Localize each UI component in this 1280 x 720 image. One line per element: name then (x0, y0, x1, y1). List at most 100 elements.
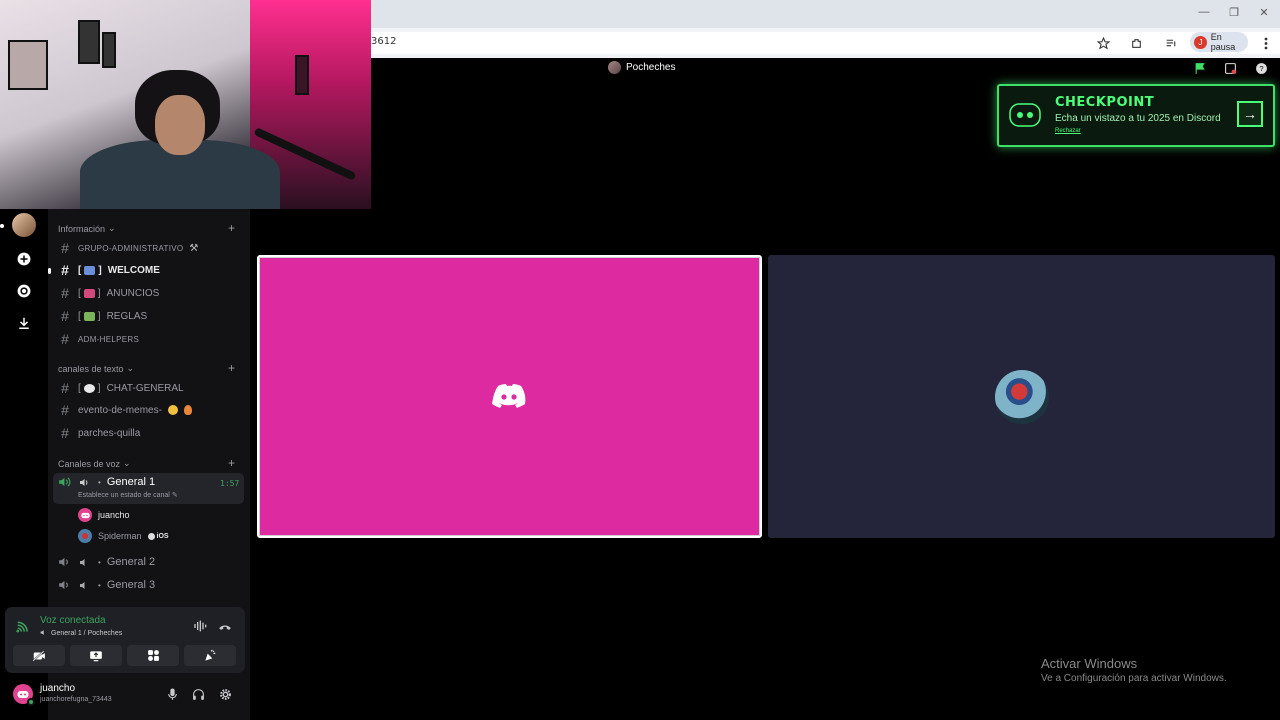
gear-icon[interactable] (217, 686, 233, 702)
category-voice[interactable]: Canales de voz ⌄ (58, 458, 131, 469)
server-title: Pocheches (608, 61, 675, 74)
close-icon[interactable]: ✕ (1256, 6, 1272, 19)
username[interactable]: juancho (40, 683, 75, 694)
noise-suppression-icon[interactable] (193, 619, 209, 638)
speaker-green-icon (58, 476, 72, 488)
activities-button[interactable] (127, 645, 179, 666)
speaker-locked-icon (58, 556, 72, 568)
server-name: Pocheches (626, 62, 676, 73)
inbox-icon[interactable] (1223, 61, 1238, 76)
category-text-label: canales de texto (58, 363, 124, 374)
voice-label: General 1 (106, 476, 156, 488)
category-info[interactable]: Información ⌄ (58, 223, 116, 234)
voice-channel-general-3[interactable]: • General 3 (58, 579, 155, 591)
speaker-icon (78, 579, 92, 591)
extensions-icon[interactable] (1127, 34, 1145, 52)
hashtag-icon: # (61, 240, 69, 256)
discord-titlebar (371, 58, 1280, 80)
hashtag-icon: # (61, 402, 69, 418)
bookmark-star-icon[interactable] (1094, 34, 1112, 52)
screen: — ❐ ✕ 3612 J En pausa Pocheches ? CHECKP… (0, 0, 1280, 720)
spiderman-avatar (995, 370, 1049, 424)
channel-label: WELCOME (107, 264, 160, 276)
server-avatar-pocheches[interactable] (12, 213, 36, 237)
voice-timer: 1:57 (220, 479, 240, 488)
share-screen-button[interactable] (70, 645, 122, 666)
voice-label: General 2 (106, 556, 156, 568)
channel-emoji: ⚒ (189, 242, 199, 254)
channel-grupo-administrativo[interactable]: # GRUPO-ADMINISTRATIVO ⚒ (58, 238, 198, 258)
svg-text:?: ? (1259, 64, 1263, 73)
microphone-icon[interactable] (164, 686, 180, 702)
speaker-locked-icon (58, 579, 72, 591)
add-channel-icon[interactable]: + (228, 361, 235, 375)
plane-emoji-icon (84, 265, 96, 275)
member-juancho[interactable]: juancho (78, 508, 130, 522)
help-icon[interactable]: ? (1254, 61, 1269, 76)
disconnect-icon[interactable] (218, 620, 232, 638)
platform-label: iOS (156, 532, 169, 540)
profile-button[interactable]: J En pausa (1190, 32, 1248, 52)
media-control-icon[interactable] (1162, 34, 1180, 52)
signal-icon[interactable] (16, 620, 30, 639)
hashtag-icon: # (61, 380, 69, 396)
arrow-right-icon[interactable]: → (1237, 101, 1263, 127)
browser-menu-icon[interactable] (1257, 34, 1275, 52)
avatar (78, 508, 92, 522)
channel-emoji-bracket: [] (78, 264, 102, 276)
channel-emoji-bracket: [] (78, 382, 101, 394)
headphones-icon[interactable] (190, 686, 206, 702)
add-channel-icon[interactable]: + (228, 456, 235, 470)
chevron-down-icon: ⌄ (123, 458, 131, 468)
channel-welcome[interactable]: # [] WELCOME (58, 260, 160, 280)
add-server-icon[interactable] (12, 247, 36, 271)
wall-poster (102, 32, 116, 68)
laugh-emoji-icon (167, 405, 178, 415)
discord-logo-icon (492, 383, 526, 409)
channel-chat-general[interactable]: # [] CHAT-GENERAL (58, 378, 184, 398)
wall-poster (295, 55, 309, 95)
checkpoint-dismiss-link[interactable]: Rechazar (1055, 128, 1081, 134)
restore-icon[interactable]: ❐ (1226, 6, 1242, 19)
camera-off-button[interactable] (13, 645, 65, 666)
channel-label: evento-de-memes- (78, 404, 162, 416)
address-text: 3612 (371, 36, 397, 47)
hashtag-icon: # (61, 285, 69, 301)
webcam-overlay (0, 0, 371, 209)
soundboard-icon (205, 649, 216, 661)
voice-channel-general-2[interactable]: • General 2 (58, 556, 155, 568)
profile-label: En pausa (1210, 32, 1236, 52)
channel-evento-de-memes[interactable]: # evento-de-memes- (58, 400, 192, 420)
voice-connected-title[interactable]: Voz conectada (40, 615, 106, 626)
voice-channel-status[interactable]: Establece un estado de canal ✎ (78, 491, 178, 499)
chevron-down-icon: ⌄ (108, 223, 116, 233)
add-channel-icon[interactable]: + (228, 221, 235, 235)
speaker-icon (78, 476, 92, 488)
separator-dot: • (98, 557, 101, 567)
voice-connected-subtitle[interactable]: General 1 / Pocheches (40, 629, 122, 638)
quest-flag-icon[interactable] (1193, 61, 1208, 76)
member-spiderman[interactable]: Spiderman iOS (78, 529, 169, 543)
channel-anuncios[interactable]: # [] ANUNCIOS (58, 283, 159, 303)
soundboard-button[interactable] (184, 645, 236, 666)
active-server-indicator (0, 224, 4, 228)
channel-label: REGLAS (106, 310, 148, 322)
member-name: Spiderman (98, 531, 142, 541)
mobile-icon (147, 532, 155, 540)
category-text[interactable]: canales de texto ⌄ (58, 363, 134, 374)
category-info-label: Información (58, 223, 106, 234)
hashtag-icon: # (61, 331, 69, 347)
streamer-face (155, 95, 205, 155)
channel-reglas[interactable]: # [] REGLAS (58, 306, 147, 326)
user-tag: juanchorefugna_73443 (40, 696, 112, 703)
wall-poster (8, 40, 48, 90)
channel-parches-quilla[interactable]: # parches-quilla (58, 423, 140, 443)
discover-compass-icon[interactable] (12, 279, 36, 303)
minimize-icon[interactable]: — (1196, 6, 1212, 18)
download-icon[interactable] (12, 311, 36, 335)
pencil-icon: ✎ (171, 492, 178, 499)
online-status-dot (27, 698, 35, 706)
channel-adm-helpers[interactable]: # ADM-HELPERS (58, 329, 139, 349)
channel-label: parches-quilla (78, 427, 141, 439)
checkpoint-title: CHECKPOINT (1055, 95, 1155, 110)
